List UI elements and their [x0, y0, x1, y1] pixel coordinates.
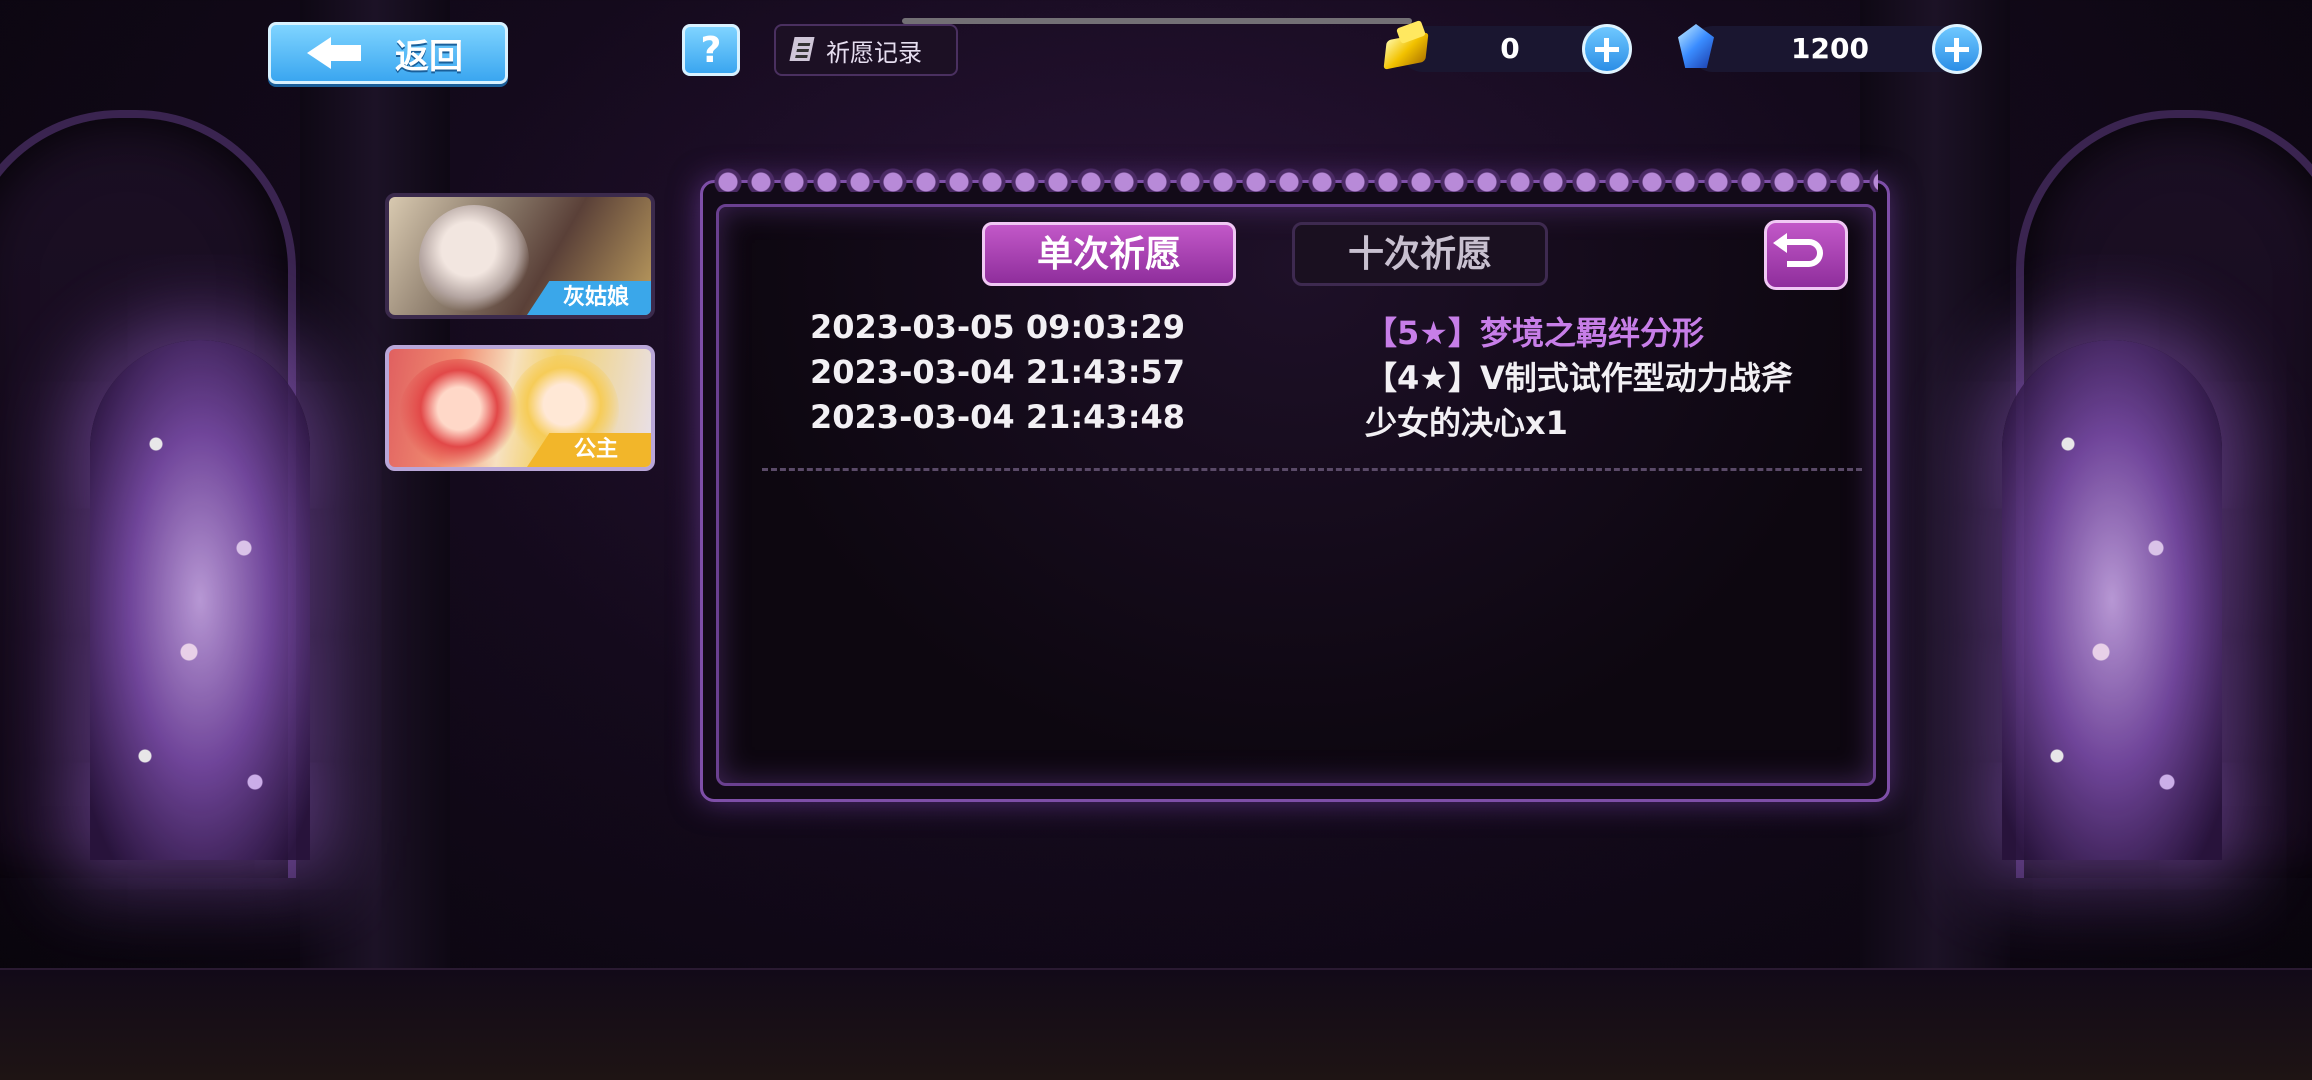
- banner-card-cinderella[interactable]: 灰姑娘: [385, 193, 655, 319]
- record-row: 2023-03-05 09:03:29 【5★】梦境之羁绊分形: [810, 308, 1830, 353]
- banner-card-princess[interactable]: 公主: [385, 345, 655, 471]
- banner-character-art: [399, 359, 519, 467]
- record-row: 2023-03-04 21:43:57 【4★】V制式试作型动力战斧: [810, 353, 1830, 398]
- wish-record-list: 2023-03-05 09:03:29 【5★】梦境之羁绊分形 2023-03-…: [810, 308, 1830, 443]
- record-item: 【5★】梦境之羁绊分形: [1365, 314, 1704, 352]
- help-button[interactable]: ?: [682, 24, 740, 76]
- stained-glass-window: [2002, 340, 2222, 860]
- wish-record-label: 祈愿记录: [826, 38, 922, 67]
- record-divider: [762, 468, 1862, 471]
- background-pillar: [300, 0, 450, 1000]
- gem-currency-bar: 1200: [1690, 24, 1982, 74]
- wish-record-inner-panel: [716, 204, 1876, 786]
- return-arrow-icon: [1773, 233, 1823, 267]
- banner-character-art: [419, 205, 529, 315]
- record-row: 2023-03-04 21:43:48 少女的决心x1: [810, 398, 1830, 443]
- scroll-icon: [788, 35, 820, 65]
- back-button[interactable]: 返回: [268, 22, 508, 84]
- record-time: 2023-03-04 21:43:57: [810, 353, 1186, 391]
- record-item: 【4★】V制式试作型动力战斧: [1365, 359, 1793, 397]
- back-arrow-icon: [307, 33, 367, 73]
- tab-single-wish[interactable]: 单次祈愿: [982, 222, 1236, 286]
- top-drag-handle: [902, 18, 1412, 24]
- return-button[interactable]: [1764, 220, 1848, 290]
- stained-glass-window: [90, 340, 310, 860]
- blue-gem-icon: [1672, 18, 1722, 78]
- record-time: 2023-03-04 21:43:48: [810, 398, 1186, 436]
- record-item: 少女的决心x1: [1365, 404, 1568, 442]
- background-floor: [0, 968, 2312, 1080]
- back-button-label: 返回: [395, 36, 463, 77]
- panel-crest-decoration: [712, 162, 1878, 192]
- add-gem-button[interactable]: [1932, 24, 1982, 74]
- add-gold-button[interactable]: [1582, 24, 1632, 74]
- record-time: 2023-03-05 09:03:29: [810, 308, 1186, 346]
- help-question-icon: ?: [700, 29, 722, 71]
- banner-tag: 灰姑娘: [527, 281, 651, 315]
- wish-record-button[interactable]: 祈愿记录: [774, 24, 958, 76]
- gem-amount: 1200: [1791, 32, 1869, 65]
- tab-ten-wish[interactable]: 十次祈愿: [1292, 222, 1548, 286]
- gold-ticket-icon: [1380, 22, 1436, 76]
